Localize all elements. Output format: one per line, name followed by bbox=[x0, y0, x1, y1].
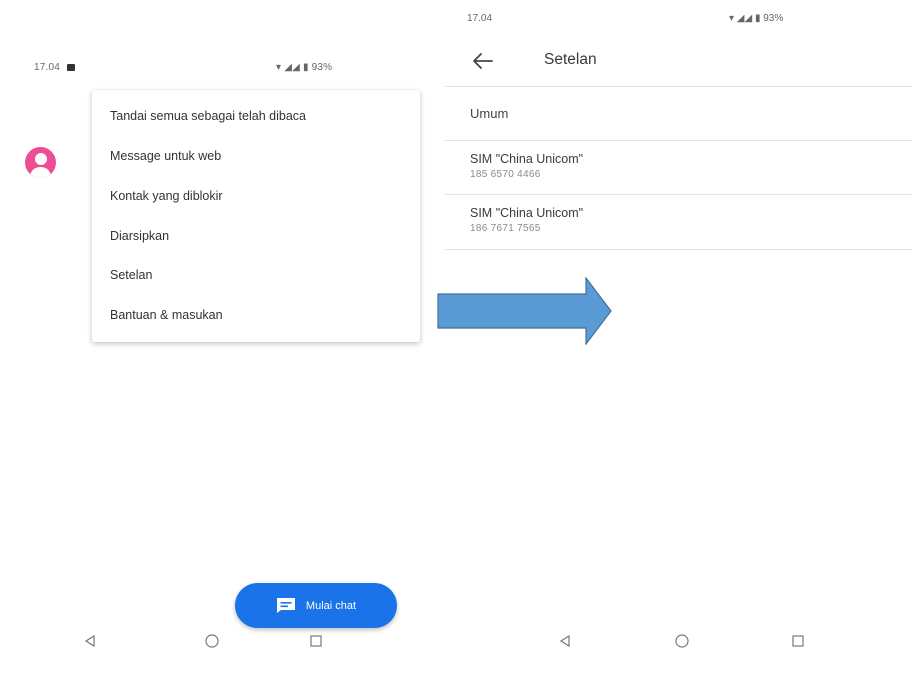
avatar-body-shape bbox=[30, 167, 51, 178]
settings-item-general[interactable]: Umum bbox=[470, 106, 508, 121]
status-time: 17.04 bbox=[467, 13, 493, 24]
menu-item-help-feedback[interactable]: Bantuan & masukan bbox=[110, 308, 223, 322]
sim-item-2[interactable]: SIM "China Unicom" 186 7671 7565 bbox=[470, 206, 583, 234]
start-chat-label: Mulai chat bbox=[305, 599, 357, 612]
list-divider bbox=[445, 249, 912, 250]
avatar-head-shape bbox=[34, 153, 47, 165]
sim-number: 185 6570 4466 bbox=[470, 169, 541, 180]
transition-arrow-icon bbox=[437, 277, 612, 345]
back-nav-icon[interactable] bbox=[554, 630, 576, 652]
back-nav-icon[interactable] bbox=[79, 630, 101, 652]
back-arrow-icon[interactable] bbox=[470, 49, 496, 73]
status-indicators: ▾ ◢◢ ▮ 93% bbox=[276, 62, 333, 73]
overflow-menu: Tandai semua sebagai telah dibaca Messag… bbox=[92, 90, 420, 342]
header-divider bbox=[445, 86, 912, 87]
status-time: 17.04 bbox=[34, 62, 61, 73]
sim-item-1[interactable]: SIM "China Unicom" 185 6570 4466 bbox=[470, 152, 583, 180]
page-title: Setelan bbox=[544, 51, 597, 68]
sim-name: SIM "China Unicom" bbox=[470, 152, 584, 166]
home-nav-icon[interactable] bbox=[671, 630, 693, 652]
chat-icon bbox=[276, 598, 295, 613]
nav-bar-right bbox=[445, 630, 912, 656]
sim-number: 186 7671 7565 bbox=[470, 223, 541, 234]
status-bar-left: 17.04 ▾ ◢◢ ▮ 93% bbox=[34, 62, 332, 73]
menu-item-settings[interactable]: Setelan bbox=[110, 268, 152, 282]
status-bar-right: 17.04 ▾ ◢◢ ▮ 93% bbox=[467, 13, 783, 24]
message-notification-icon bbox=[67, 64, 76, 71]
recents-nav-icon[interactable] bbox=[305, 630, 327, 652]
status-indicators: ▾ ◢◢ ▮ 93% bbox=[729, 13, 784, 24]
sim-name: SIM "China Unicom" bbox=[470, 206, 584, 220]
menu-item-archived[interactable]: Diarsipkan bbox=[110, 229, 169, 243]
menu-item-messages-for-web[interactable]: Message untuk web bbox=[110, 149, 221, 163]
contact-avatar[interactable] bbox=[25, 147, 56, 178]
recents-nav-icon[interactable] bbox=[787, 630, 809, 652]
start-chat-button[interactable]: Mulai chat bbox=[235, 583, 397, 628]
menu-item-blocked-contacts[interactable]: Kontak yang diblokir bbox=[110, 189, 223, 203]
menu-item-mark-all-read[interactable]: Tandai semua sebagai telah dibaca bbox=[110, 109, 306, 123]
list-divider bbox=[445, 194, 912, 195]
home-nav-icon[interactable] bbox=[201, 630, 223, 652]
list-divider bbox=[445, 140, 912, 141]
nav-bar-left bbox=[0, 630, 445, 656]
